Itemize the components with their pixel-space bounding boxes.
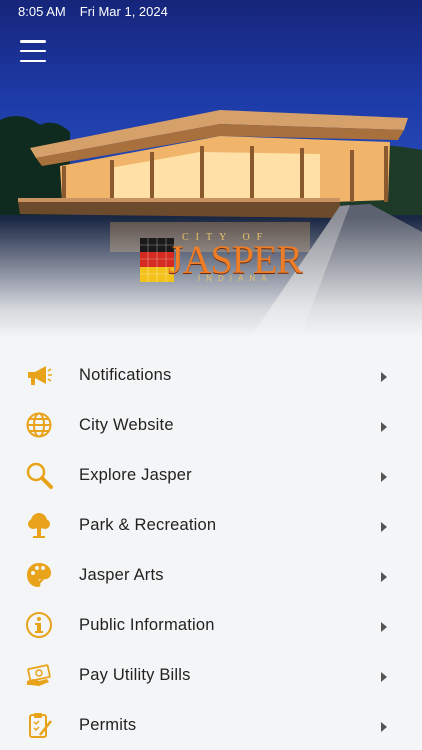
magnifier-icon <box>24 460 54 490</box>
chevron-right-icon <box>381 672 387 682</box>
status-time: 8:05 AM <box>18 4 66 19</box>
menu-item-label: Public Information <box>79 615 215 634</box>
clipboard-icon <box>24 710 54 740</box>
menu-item-explore-jasper[interactable]: Explore Jasper <box>0 450 422 500</box>
menu-item-label: Park & Recreation <box>79 515 217 534</box>
menu-item-label: Jasper Arts <box>79 565 164 584</box>
menu-item-label: Explore Jasper <box>79 465 192 484</box>
chevron-right-icon <box>381 372 387 382</box>
menu-item-label: Notifications <box>79 365 172 384</box>
menu-item-label: Permits <box>79 715 137 734</box>
logo-bottom-text: INDIANA <box>198 274 273 283</box>
menu-item-label: Pay Utility Bills <box>79 665 191 684</box>
hamburger-menu-icon[interactable] <box>20 40 46 62</box>
chevron-right-icon <box>381 522 387 532</box>
menu-item-pay-utility-bills[interactable]: Pay Utility Bills <box>0 650 422 700</box>
chevron-right-icon <box>381 622 387 632</box>
status-date: Fri Mar 1, 2024 <box>79 4 168 19</box>
money-icon <box>24 660 54 690</box>
hero-banner: 8:05 AM Fri Mar 1, 2024 CITY OF JASPER I… <box>0 0 422 338</box>
chevron-right-icon <box>381 422 387 432</box>
menu-item-jasper-arts[interactable]: Jasper Arts <box>0 550 422 600</box>
menu-item-city-website[interactable]: City Website <box>0 400 422 450</box>
menu-list: Notifications City Website Explore Jaspe… <box>0 350 422 750</box>
menu-item-label: City Website <box>79 415 174 434</box>
palette-icon <box>24 560 54 590</box>
menu-item-notifications[interactable]: Notifications <box>0 350 422 400</box>
chevron-right-icon <box>381 472 387 482</box>
tree-icon <box>24 510 54 540</box>
menu-item-park-recreation[interactable]: Park & Recreation <box>0 500 422 550</box>
menu-item-public-information[interactable]: Public Information <box>0 600 422 650</box>
status-bar: 8:05 AM Fri Mar 1, 2024 <box>18 4 404 22</box>
menu-item-permits[interactable]: Permits <box>0 700 422 750</box>
info-icon <box>24 610 54 640</box>
megaphone-icon <box>24 360 54 390</box>
globe-icon <box>24 410 54 440</box>
chevron-right-icon <box>381 722 387 732</box>
city-of-jasper-logo: CITY OF JASPER INDIANA <box>138 230 303 290</box>
chevron-right-icon <box>381 572 387 582</box>
